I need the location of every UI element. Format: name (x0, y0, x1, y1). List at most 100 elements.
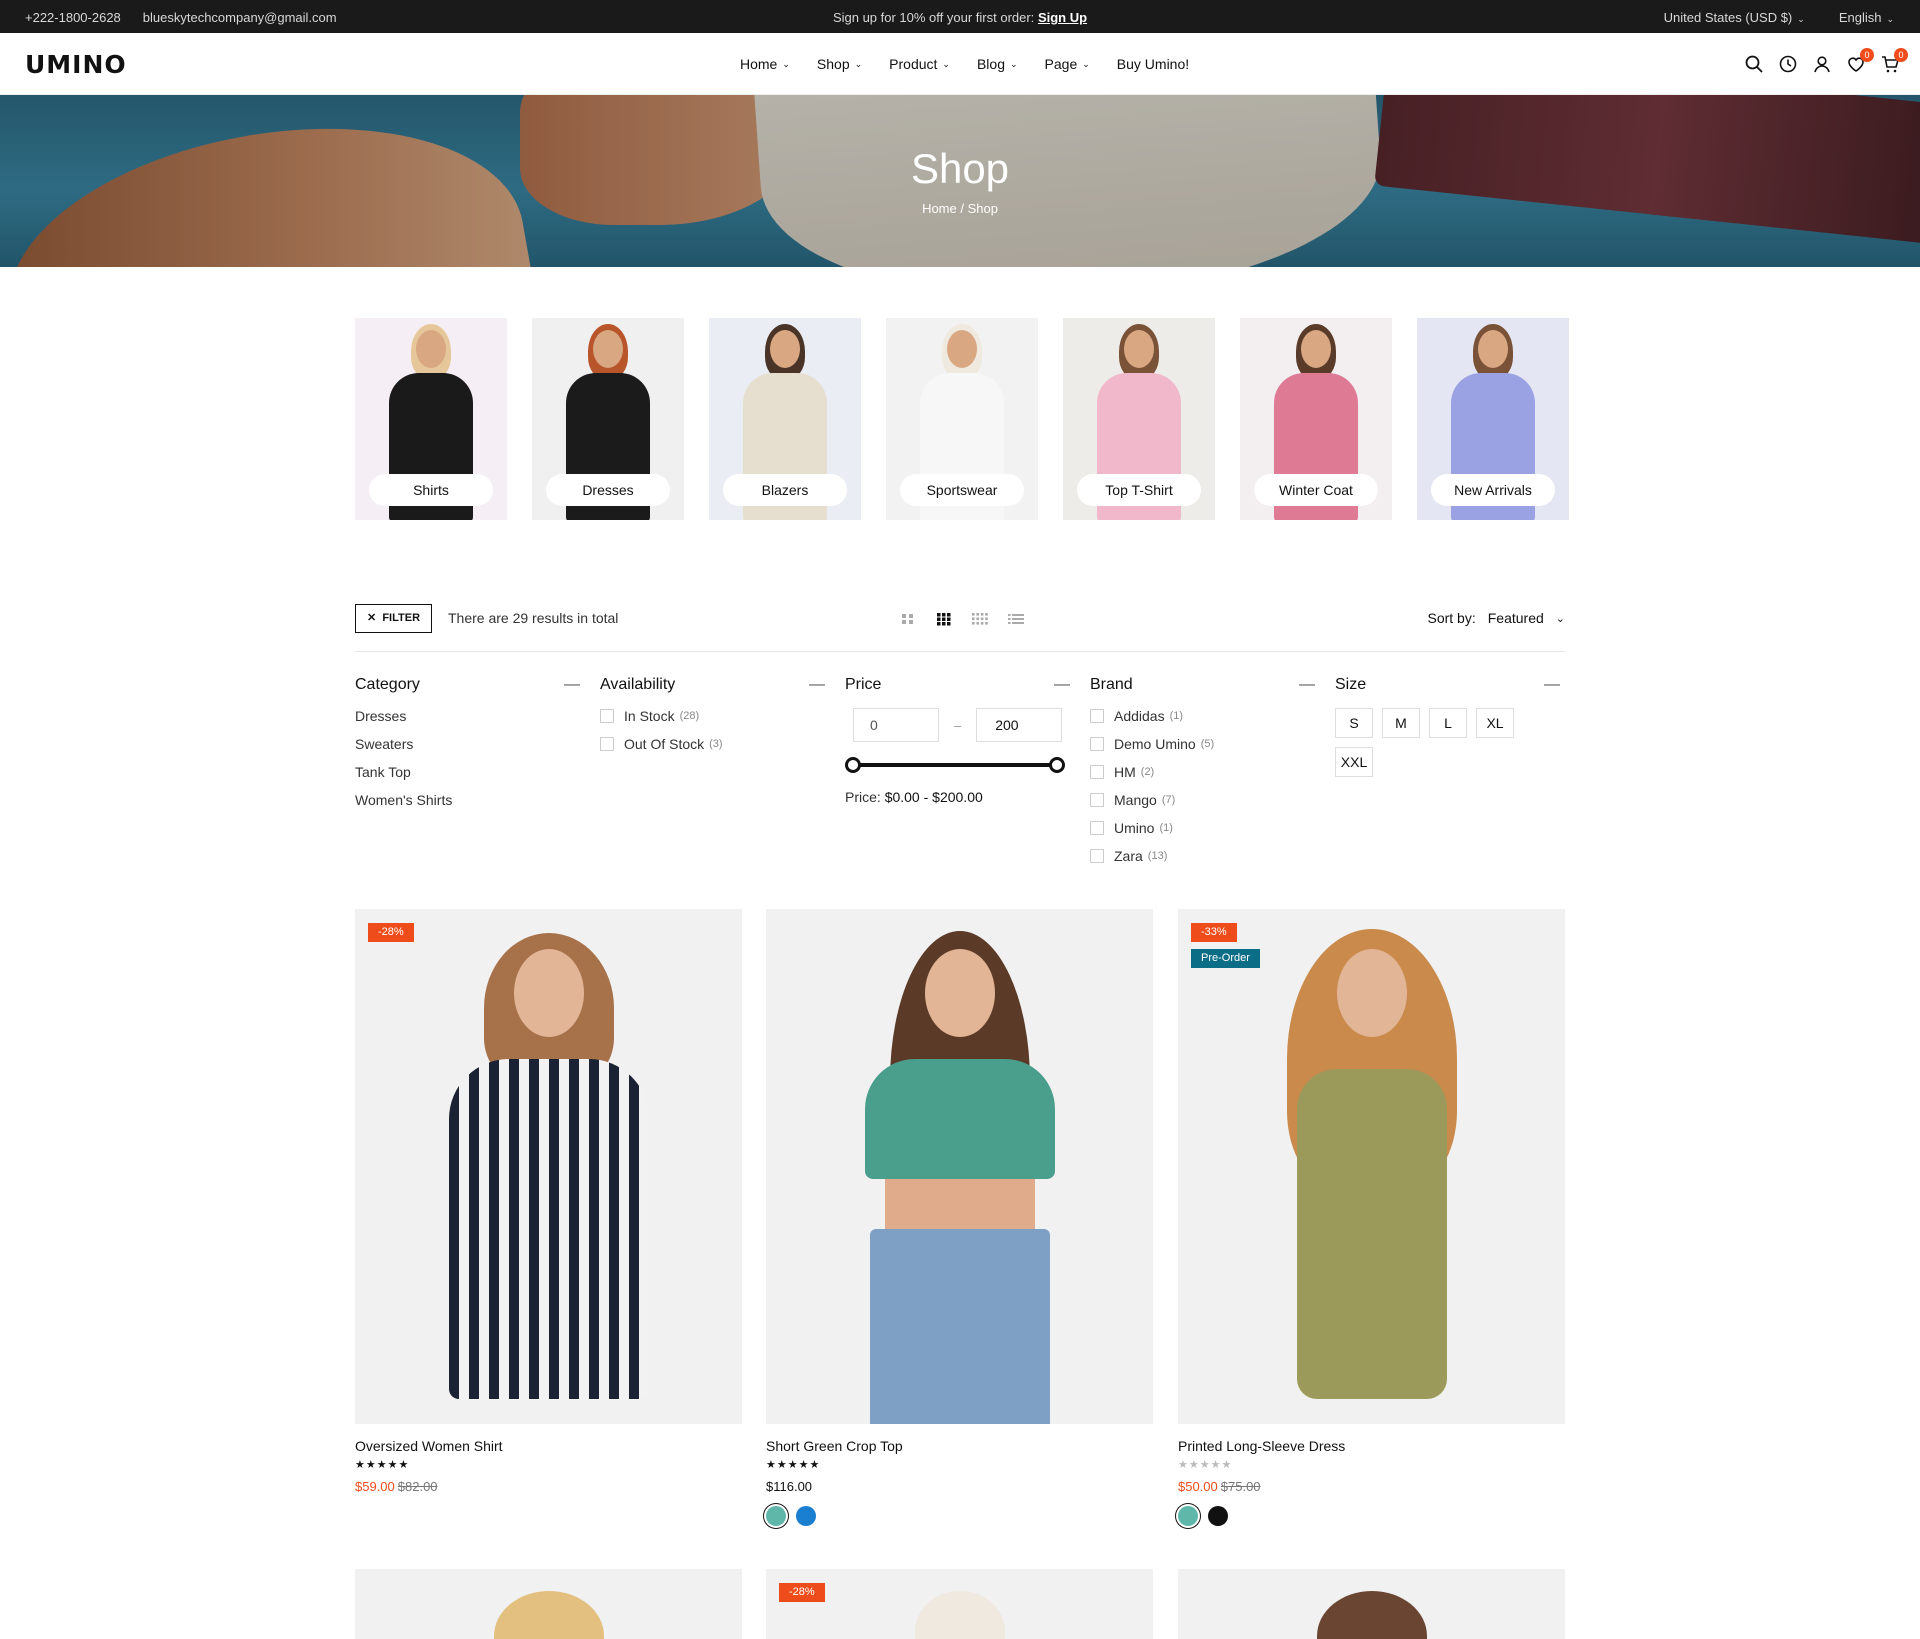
collapse-minus-icon[interactable]: — (1544, 676, 1560, 694)
category-tile[interactable]: Dresses (532, 318, 684, 520)
brand-checkbox[interactable]: HM (2) (1090, 764, 1315, 780)
currency-selector[interactable]: United States (USD $) ⌄ (1664, 10, 1805, 25)
category-filter-item[interactable]: Tank Top (355, 764, 580, 780)
collapse-minus-icon[interactable]: — (1054, 676, 1070, 694)
checkbox-count: (28) (679, 710, 700, 722)
chevron-down-icon: ⌄ (1797, 14, 1805, 24)
clock-icon[interactable] (1778, 54, 1798, 74)
product-name[interactable]: Oversized Women Shirt (355, 1438, 742, 1454)
slider-min-handle[interactable] (845, 757, 861, 773)
product-card[interactable]: -28% Oversized Women Shirt ★★★★★ $59.00 $… (355, 909, 742, 1494)
product-image[interactable]: -28% (355, 909, 742, 1424)
user-icon[interactable] (1812, 54, 1832, 74)
grid-4-view-icon[interactable] (972, 612, 988, 626)
nav-buy-umino[interactable]: Buy Umino! (1117, 56, 1189, 72)
product-card[interactable] (355, 1569, 742, 1639)
size-option[interactable]: XL (1476, 708, 1514, 738)
color-swatch[interactable] (1178, 1506, 1198, 1526)
category-label[interactable]: Top T-Shirt (1077, 474, 1201, 506)
checkbox-box[interactable] (1090, 849, 1104, 863)
category-label[interactable]: Blazers (723, 474, 847, 506)
in-stock-checkbox[interactable]: In Stock (28) (600, 708, 825, 724)
checkbox-box[interactable] (600, 709, 614, 723)
price-min-input[interactable]: 0 (853, 708, 939, 742)
collapse-minus-icon[interactable]: — (564, 676, 580, 694)
product-image[interactable]: -28% (766, 1569, 1153, 1639)
checkbox-box[interactable] (1090, 793, 1104, 807)
product-card[interactable] (1178, 1569, 1565, 1639)
price-range-slider[interactable] (845, 757, 1065, 773)
product-image[interactable] (1178, 1569, 1565, 1639)
category-label[interactable]: Shirts (369, 474, 493, 506)
brand-checkbox[interactable]: Mango (7) (1090, 792, 1315, 808)
category-tile[interactable]: Winter Coat (1240, 318, 1392, 520)
cart-icon[interactable]: 0 (1880, 48, 1908, 74)
checkbox-label: Out Of Stock (624, 736, 705, 752)
product-image[interactable]: -33% Pre-Order (1178, 909, 1565, 1424)
product-name[interactable]: Short Green Crop Top (766, 1438, 1153, 1454)
size-option[interactable]: S (1335, 708, 1373, 738)
sort-dropdown[interactable]: Sort by: Featured ⌄ (1427, 610, 1565, 626)
nav-shop[interactable]: Shop ⌄ (817, 56, 862, 72)
filter-button[interactable]: ✕ FILTER (355, 604, 432, 633)
brand-checkbox[interactable]: Addidas (1) (1090, 708, 1315, 724)
out-of-stock-checkbox[interactable]: Out Of Stock (3) (600, 736, 825, 752)
language-selector[interactable]: English ⌄ (1839, 10, 1894, 25)
grid-3-view-icon[interactable] (936, 612, 952, 626)
checkbox-box[interactable] (600, 737, 614, 751)
category-tile[interactable]: Top T-Shirt (1063, 318, 1215, 520)
original-price: $75.00 (1220, 1479, 1261, 1494)
nav-page[interactable]: Page ⌄ (1045, 56, 1090, 72)
size-option[interactable]: M (1382, 708, 1420, 738)
collapse-minus-icon[interactable]: — (1299, 676, 1315, 694)
brand-checkbox[interactable]: Zara (13) (1090, 848, 1315, 864)
sign-up-link[interactable]: Sign Up (1038, 10, 1087, 25)
wishlist-heart-icon[interactable]: 0 (1846, 48, 1874, 74)
nav-home[interactable]: Home ⌄ (740, 56, 790, 72)
category-tile[interactable]: Sportswear (886, 318, 1038, 520)
checkbox-box[interactable] (1090, 737, 1104, 751)
product-image[interactable] (355, 1569, 742, 1639)
green-crop-top (864, 1059, 1055, 1179)
brand-checkbox[interactable]: Demo Umino (5) (1090, 736, 1315, 752)
logo[interactable]: UMINO (25, 50, 127, 79)
category-label[interactable]: Winter Coat (1254, 474, 1378, 506)
checkbox-box[interactable] (1090, 765, 1104, 779)
search-icon[interactable] (1744, 54, 1764, 74)
size-option[interactable]: L (1429, 708, 1467, 738)
category-label[interactable]: New Arrivals (1431, 474, 1555, 506)
category-tile[interactable]: New Arrivals (1417, 318, 1569, 520)
breadcrumb[interactable]: Home / Shop (0, 201, 1920, 216)
model-head (513, 949, 584, 1037)
list-view-icon[interactable] (1008, 612, 1024, 626)
price-max-input[interactable]: 200 (976, 708, 1063, 742)
nav-product[interactable]: Product ⌄ (889, 56, 950, 72)
checkbox-count: (3) (709, 738, 723, 750)
category-tile[interactable]: Blazers (709, 318, 861, 520)
product-card[interactable]: Short Green Crop Top ★★★★★ $116.00 (766, 909, 1153, 1526)
collapse-minus-icon[interactable]: — (809, 676, 825, 694)
product-name[interactable]: Printed Long-Sleeve Dress (1178, 1438, 1565, 1454)
price-range-label: Price: $0.00 - $200.00 (845, 789, 1070, 805)
category-filter-item[interactable]: Sweaters (355, 736, 580, 752)
product-card[interactable]: -33% Pre-Order Printed Long-Sleeve Dress… (1178, 909, 1565, 1526)
product-card[interactable]: -28% (766, 1569, 1153, 1639)
category-tile[interactable]: Shirts (355, 318, 507, 520)
category-filter-item[interactable]: Women's Shirts (355, 792, 580, 808)
checkbox-box[interactable] (1090, 709, 1104, 723)
category-label[interactable]: Sportswear (900, 474, 1024, 506)
slider-max-handle[interactable] (1049, 757, 1065, 773)
color-swatch[interactable] (1208, 1506, 1228, 1526)
brand-checkbox[interactable]: Umino (1) (1090, 820, 1315, 836)
size-option[interactable]: XXL (1335, 747, 1373, 777)
product-price: $50.00 $75.00 (1178, 1479, 1565, 1494)
nav-blog[interactable]: Blog ⌄ (977, 56, 1018, 72)
grid-2-view-icon[interactable] (900, 612, 916, 626)
product-image[interactable] (766, 909, 1153, 1424)
category-filter-item[interactable]: Dresses (355, 708, 580, 724)
category-label[interactable]: Dresses (546, 474, 670, 506)
checkbox-box[interactable] (1090, 821, 1104, 835)
color-swatch[interactable] (766, 1506, 786, 1526)
filter-panel: Category — Dresses Sweaters Tank Top Wome… (355, 676, 1565, 886)
color-swatch[interactable] (796, 1506, 816, 1526)
